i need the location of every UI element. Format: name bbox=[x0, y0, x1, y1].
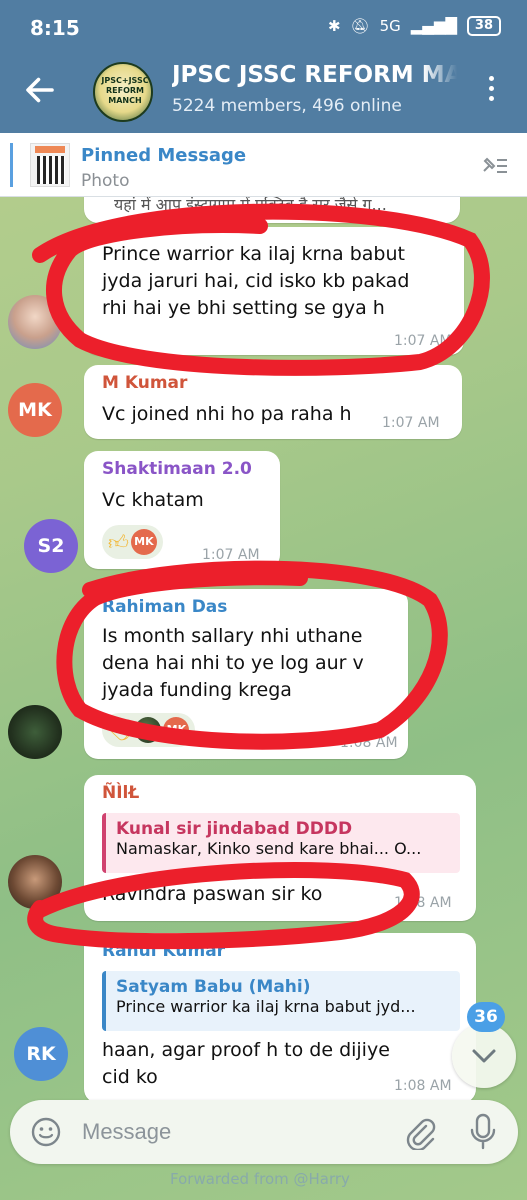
message-text: rhi hai ye bhi setting se gya h bbox=[102, 297, 385, 319]
message-time: 1:07 AM bbox=[202, 547, 260, 563]
thumbs-up-icon: 👍︎ bbox=[108, 530, 129, 554]
message-composer bbox=[10, 1100, 518, 1164]
avatar[interactable]: MK bbox=[8, 383, 62, 437]
mute-bell-icon: 🔕︎ bbox=[350, 17, 370, 35]
pinned-indicator bbox=[10, 143, 13, 187]
sender-name[interactable]: Shaktimaan 2.0 bbox=[102, 459, 252, 479]
message-text: Is month sallary nhi uthane bbox=[102, 625, 363, 647]
pinned-thumbnail bbox=[30, 143, 70, 187]
message-bubble[interactable]: ÑÌlŁ Kunal sir jindabad DDDD Namaskar, K… bbox=[84, 775, 476, 921]
network-label: 5G bbox=[379, 17, 401, 35]
sender-name[interactable]: Rahul Kumar bbox=[102, 941, 225, 961]
message-time: 1:08 AM bbox=[394, 895, 452, 911]
emoji-icon[interactable] bbox=[30, 1116, 62, 1148]
message-input[interactable] bbox=[82, 1114, 382, 1150]
pinned-title: Pinned Message bbox=[81, 145, 247, 166]
back-arrow-icon[interactable] bbox=[22, 72, 58, 108]
reaction-avatar bbox=[135, 717, 162, 743]
avatar[interactable]: RK bbox=[14, 1027, 68, 1081]
message-text: jyada funding krega bbox=[102, 679, 292, 701]
microphone-icon[interactable] bbox=[468, 1112, 498, 1152]
avatar[interactable] bbox=[8, 295, 62, 349]
avatar[interactable]: S2 bbox=[24, 519, 78, 573]
quote-author: Satyam Babu (Mahi) bbox=[116, 977, 311, 997]
message-bubble[interactable]: M Kumar Vc joined nhi ho pa raha h 1:07 … bbox=[84, 365, 462, 439]
status-time: 8:15 bbox=[30, 16, 80, 40]
chevron-down-icon bbox=[472, 1049, 496, 1063]
chat-area[interactable]: यहां में आप इंस्टाग्राम में एक्टिव है सर… bbox=[0, 197, 527, 1100]
app-header: 8:15 ✱ 🔕︎ 5G ▂▄▆█ 38 JPSC+JSSC REFORM MA… bbox=[0, 0, 527, 133]
message-text: haan, agar proof h to de dijiye bbox=[102, 1039, 390, 1061]
pinned-subtitle: Photo bbox=[81, 171, 130, 191]
message-time: 1:07 AM bbox=[394, 333, 452, 349]
message-bubble[interactable]: Prince warrior ka ilaj krna babut jyda j… bbox=[84, 227, 464, 355]
chat-subtitle: 5224 members, 496 online bbox=[172, 96, 402, 116]
quote-author: Kunal sir jindabad DDDD bbox=[116, 819, 353, 839]
message-text: Ravindra paswan sir ko bbox=[102, 883, 323, 905]
status-icons: ✱ 🔕︎ 5G ▂▄▆█ 38 bbox=[328, 16, 501, 36]
quote-text: Prince warrior ka ilaj krna babut jyd... bbox=[116, 997, 416, 1016]
message-text: cid ko bbox=[102, 1066, 158, 1088]
message-bubble[interactable]: यहां में आप इंस्टाग्राम में एक्टिव है सर… bbox=[84, 197, 460, 223]
battery-icon: 38 bbox=[466, 16, 501, 36]
message-bubble[interactable]: Shaktimaan 2.0 Vc khatam 👍︎ MK 1:07 AM bbox=[84, 451, 280, 569]
more-options-icon[interactable] bbox=[489, 74, 497, 104]
message-text: Vc khatam bbox=[102, 489, 204, 511]
sender-name[interactable]: Rahiman Das bbox=[102, 597, 227, 617]
message-bubble[interactable]: Rahul Kumar Satyam Babu (Mahi) Prince wa… bbox=[84, 933, 476, 1100]
message-text: यहां में आप इंस्टाग्राम में एक्टिव है सर… bbox=[114, 197, 387, 214]
message-text: dena hai nhi to ye log aur v bbox=[102, 652, 364, 674]
reaction-bar[interactable]: 👏︎ MK bbox=[102, 713, 196, 747]
signal-icon: ▂▄▆█ bbox=[410, 17, 457, 35]
group-avatar[interactable]: JPSC+JSSC REFORM MANCH bbox=[93, 62, 153, 122]
message-bubble[interactable]: Rahiman Das Is month sallary nhi uthane … bbox=[84, 589, 408, 759]
sender-name[interactable]: M Kumar bbox=[102, 373, 187, 393]
unread-count-badge: 36 bbox=[467, 1002, 505, 1032]
message-text: jyda jaruri hai, cid isko kb pakad bbox=[102, 270, 410, 292]
bluetooth-icon: ✱ bbox=[327, 17, 341, 35]
chat-header: JPSC+JSSC REFORM MANCH JPSC JSSC REFORM … bbox=[0, 56, 527, 133]
clap-icon: 👏︎ bbox=[108, 718, 134, 742]
sender-name[interactable]: ÑÌlŁ bbox=[102, 783, 139, 803]
quote-text: Namaskar, Kinko send kare bhai... O... bbox=[116, 839, 422, 858]
avatar[interactable] bbox=[8, 705, 62, 759]
message-time: 1:08 AM bbox=[394, 1078, 452, 1094]
reply-quote[interactable]: Kunal sir jindabad DDDD Namaskar, Kinko … bbox=[102, 813, 460, 873]
avatar[interactable] bbox=[8, 855, 62, 909]
chat-title[interactable]: JPSC JSSC REFORM MANCH bbox=[172, 62, 457, 88]
message-time: 1:07 AM bbox=[382, 415, 440, 431]
status-bar: 8:15 ✱ 🔕︎ 5G ▂▄▆█ 38 bbox=[0, 0, 527, 56]
message-text: Vc joined nhi ho pa raha h bbox=[102, 403, 352, 425]
reaction-avatar: MK bbox=[130, 529, 157, 555]
pinned-message-bar[interactable]: Pinned Message Photo bbox=[0, 133, 527, 197]
message-time: 1:08 AM bbox=[340, 735, 398, 751]
scroll-down-button[interactable] bbox=[452, 1024, 516, 1088]
paperclip-icon[interactable] bbox=[402, 1114, 436, 1150]
forwarded-preview: Forwarded from @Harry bbox=[170, 1170, 350, 1188]
reply-quote[interactable]: Satyam Babu (Mahi) Prince warrior ka ila… bbox=[102, 971, 460, 1031]
reaction-bar[interactable]: 👍︎ MK bbox=[102, 525, 163, 559]
pin-list-icon[interactable] bbox=[479, 151, 509, 181]
message-text: Prince warrior ka ilaj krna babut bbox=[102, 243, 405, 265]
reaction-avatar: MK bbox=[163, 717, 190, 743]
